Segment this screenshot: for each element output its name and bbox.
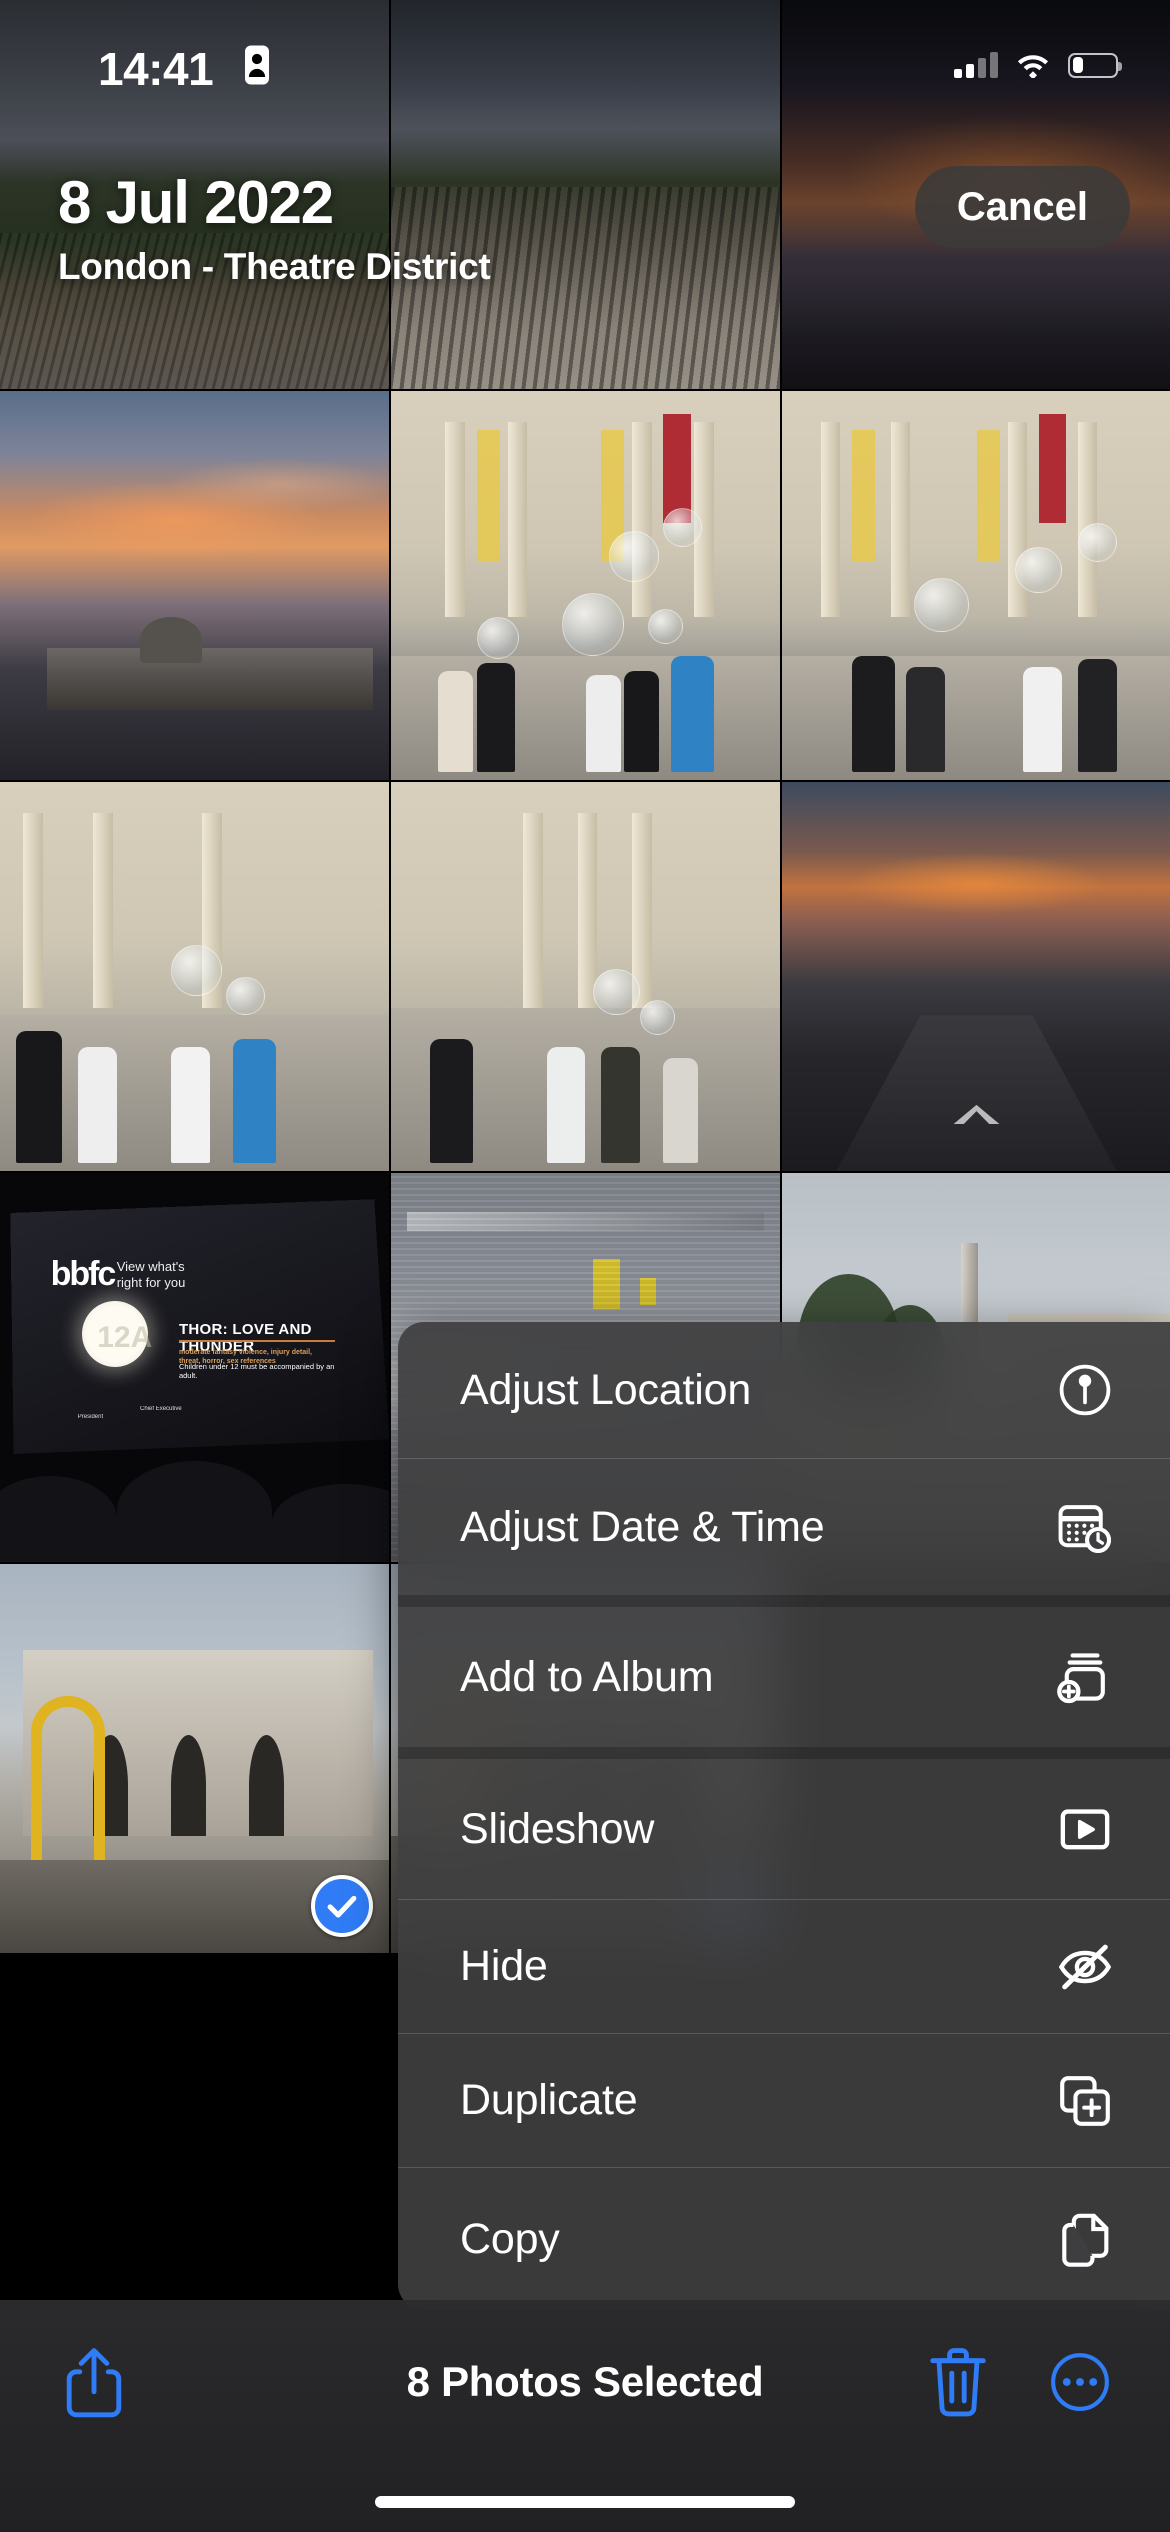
photo-cell-bubbles-crowd-gallery-d[interactable] [391, 782, 780, 1171]
menu-item-adjust-location[interactable]: Adjust Location [398, 1322, 1170, 1458]
photo-cell-bubbles-crowd-gallery-b[interactable] [782, 391, 1170, 780]
rectangle-stack-plus-icon [1056, 1648, 1114, 1706]
menu-item-label: Adjust Date & Time [460, 1502, 825, 1551]
status-bar: 14:41 [0, 0, 1170, 125]
eye-slash-icon [1056, 1938, 1114, 1996]
page-subtitle-place: London - Theatre District [58, 246, 491, 288]
menu-item-hide[interactable]: Hide [398, 1900, 1170, 2033]
battery-low-icon [1068, 52, 1122, 78]
photo-thumbnail [0, 782, 389, 1171]
bbfc-brand: bbfc [50, 1254, 117, 1293]
home-indicator [375, 2496, 795, 2508]
selection-toolbar: 8 Photos Selected [0, 2300, 1170, 2532]
menu-group-separator [398, 1747, 1170, 1759]
photos-selection-screen: bbfc View what's right for you 12A THOR:… [0, 0, 1170, 2532]
menu-item-copy[interactable]: Copy [398, 2168, 1170, 2310]
menu-item-adjust-date-time[interactable]: Adjust Date & Time [398, 1459, 1170, 1595]
menu-item-label: Adjust Location [460, 1365, 752, 1414]
page-title-date: 8 Jul 2022 [58, 169, 334, 236]
photo-cell-sunset-over-national-gallery[interactable] [0, 391, 389, 780]
photo-cell-cinema-bbfc-thor-screen[interactable]: bbfc View what's right for you 12A THOR:… [0, 1173, 389, 1562]
photo-cell-bubbles-crowd-gallery-c[interactable] [0, 782, 389, 1171]
play-rectangle-icon [1056, 1800, 1114, 1858]
photo-thumbnail [391, 391, 780, 780]
photo-thumbnail [782, 391, 1170, 780]
cancel-button[interactable]: Cancel [914, 166, 1130, 248]
doc-on-doc-icon [1056, 2210, 1114, 2268]
menu-item-duplicate[interactable]: Duplicate [398, 2034, 1170, 2167]
location-services-icon [242, 44, 272, 86]
wifi-icon [1017, 55, 1049, 78]
more-options-button[interactable] [1038, 2332, 1122, 2432]
menu-item-label: Copy [460, 2214, 560, 2263]
trash-icon [930, 2348, 986, 2417]
bbfc-tagline: View what's right for you [116, 1258, 186, 1290]
photo-thumbnail [391, 782, 780, 1171]
menu-group-separator [398, 1595, 1170, 1607]
bbfc-role-president: President [77, 1414, 104, 1421]
photo-thumbnail [0, 391, 389, 780]
menu-item-label: Add to Album [460, 1652, 714, 1701]
calendar-clock-icon [1056, 1498, 1114, 1556]
bbfc-advice-2: Children under 12 must be accompanied by… [178, 1361, 335, 1381]
header-title-block: 8 Jul 2022 London - Theatre District [58, 169, 491, 288]
menu-item-label: Duplicate [460, 2076, 638, 2124]
menu-item-slideshow[interactable]: Slideshow [398, 1759, 1170, 1899]
status-bar-clock: 14:41 [98, 43, 214, 95]
bbfc-rating: 12A [97, 1320, 153, 1354]
photo-thumbnail [782, 782, 1170, 1171]
menu-item-add-to-album[interactable]: Add to Album [398, 1607, 1170, 1747]
photo-cell-admiralty-arch-day[interactable] [0, 1564, 389, 1953]
context-menu[interactable]: Adjust Location Adjust Date & Time Add t… [398, 1322, 1170, 2310]
delete-button[interactable] [916, 2332, 1000, 2432]
menu-item-label: Hide [460, 1942, 548, 1990]
status-bar-indicators [954, 52, 1122, 78]
photo-thumbnail: bbfc View what's right for you 12A THOR:… [0, 1173, 389, 1562]
ellipsis-circle-icon [1051, 2353, 1109, 2411]
location-pin-circle-icon [1056, 1361, 1114, 1419]
menu-item-label: Slideshow [460, 1804, 655, 1853]
cellular-signal-icon [954, 52, 998, 78]
plus-square-on-square-icon [1056, 2072, 1114, 2130]
photo-cell-bubbles-crowd-gallery-a[interactable] [391, 391, 780, 780]
bbfc-role-chief-executive: Chief Executive [140, 1406, 182, 1413]
photo-cell-street-sunset-london[interactable] [782, 782, 1170, 1171]
selected-checkmark[interactable] [311, 1875, 373, 1937]
